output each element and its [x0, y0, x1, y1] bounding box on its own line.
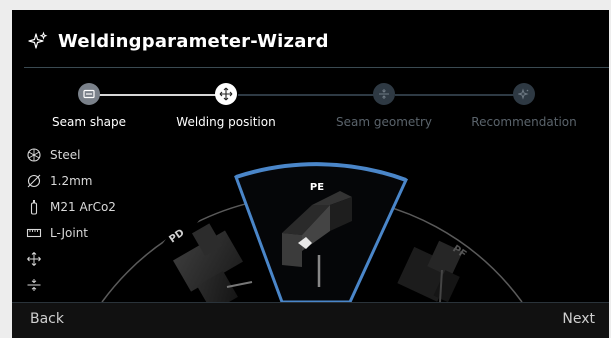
param-joint: L-Joint — [26, 220, 116, 246]
gas-bottle-icon — [30, 200, 38, 215]
seam-geometry-icon — [27, 279, 41, 291]
material-icon — [27, 148, 41, 162]
param-diameter-label: 1.2mm — [50, 174, 93, 188]
param-material: Steel — [26, 142, 116, 168]
param-position — [26, 246, 116, 272]
back-button[interactable]: Back — [30, 311, 64, 327]
param-diameter: 1.2mm — [26, 168, 116, 194]
footer: Back Next — [12, 303, 609, 338]
joint-icon — [26, 228, 42, 238]
position-sector-pf[interactable] — [397, 232, 470, 306]
param-gas-label: M21 ArCo2 — [50, 200, 116, 214]
param-joint-label: L-Joint — [50, 226, 88, 240]
param-geometry — [26, 272, 116, 298]
next-button[interactable]: Next — [562, 311, 595, 327]
position-label-pe: PE — [310, 182, 324, 193]
wizard-panel: Weldingparameter-Wizard Seam shape Weldi… — [12, 10, 609, 338]
param-material-label: Steel — [50, 148, 81, 162]
diameter-icon — [27, 174, 41, 188]
param-gas: M21 ArCo2 — [26, 194, 116, 220]
move-arrows-icon — [27, 252, 41, 266]
parameter-summary: Steel 1.2mm M21 ArCo2 L-Joint — [26, 142, 116, 298]
